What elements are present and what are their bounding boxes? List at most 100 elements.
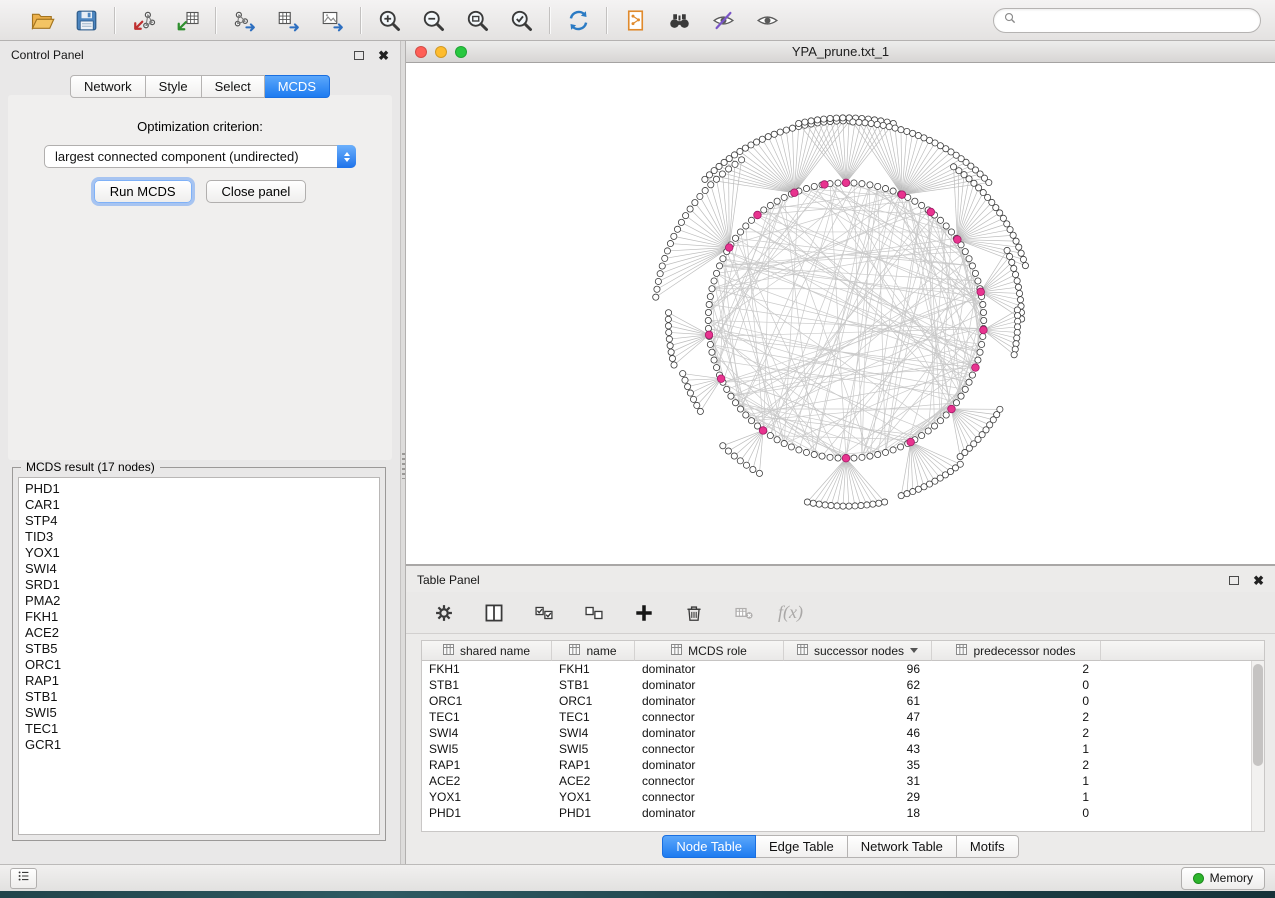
tab-edge-table[interactable]: Edge Table bbox=[756, 835, 848, 858]
column-header-mcds-role[interactable]: MCDS role bbox=[635, 641, 784, 661]
function-builder-button[interactable]: f(x) bbox=[778, 597, 803, 629]
save-session-button[interactable] bbox=[70, 4, 102, 36]
close-table-panel-icon[interactable]: ✖ bbox=[1253, 574, 1264, 587]
mcds-result-item[interactable]: GCR1 bbox=[25, 737, 379, 753]
cell-mcds-role[interactable]: dominator bbox=[635, 693, 784, 709]
cell-shared-name[interactable]: ORC1 bbox=[422, 693, 552, 709]
cell-mcds-role[interactable]: connector bbox=[635, 741, 784, 757]
cell-predecessor-nodes[interactable]: 2 bbox=[932, 757, 1101, 773]
cell-name[interactable]: FKH1 bbox=[552, 661, 635, 677]
add-column-button[interactable] bbox=[628, 597, 660, 629]
cell-predecessor-nodes[interactable]: 2 bbox=[932, 709, 1101, 725]
clone-network-button[interactable] bbox=[619, 4, 651, 36]
show-graphics-details-button[interactable] bbox=[751, 4, 783, 36]
cell-successor-nodes[interactable]: 61 bbox=[784, 693, 932, 709]
cell-predecessor-nodes[interactable]: 0 bbox=[932, 677, 1101, 693]
mcds-result-item[interactable]: TID3 bbox=[25, 529, 379, 545]
cell-name[interactable]: PHD1 bbox=[552, 805, 635, 821]
search-box[interactable] bbox=[993, 8, 1261, 33]
mcds-result-item[interactable]: CAR1 bbox=[25, 497, 379, 513]
column-header-shared-name[interactable]: shared name bbox=[422, 641, 552, 661]
select-all-button[interactable] bbox=[528, 597, 560, 629]
import-table-from-file-button[interactable] bbox=[171, 4, 203, 36]
float-table-panel-icon[interactable] bbox=[1229, 576, 1239, 585]
mcds-result-item[interactable]: ACE2 bbox=[25, 625, 379, 641]
tab-network[interactable]: Network bbox=[70, 75, 146, 98]
cell-name[interactable]: ORC1 bbox=[552, 693, 635, 709]
cell-predecessor-nodes[interactable]: 0 bbox=[932, 805, 1101, 821]
export-image-button[interactable] bbox=[316, 4, 348, 36]
zoom-selected-region-button[interactable] bbox=[505, 4, 537, 36]
mcds-result-item[interactable]: STB1 bbox=[25, 689, 379, 705]
clear-values-button[interactable] bbox=[728, 597, 760, 629]
cell-successor-nodes[interactable]: 96 bbox=[784, 661, 932, 677]
import-network-from-file-button[interactable] bbox=[127, 4, 159, 36]
column-header-name[interactable]: name bbox=[552, 641, 635, 661]
mcds-result-item[interactable]: STP4 bbox=[25, 513, 379, 529]
column-header-successor-nodes[interactable]: successor nodes bbox=[784, 641, 932, 661]
zoom-out-button[interactable] bbox=[417, 4, 449, 36]
cell-successor-nodes[interactable]: 47 bbox=[784, 709, 932, 725]
cell-shared-name[interactable]: RAP1 bbox=[422, 757, 552, 773]
cell-successor-nodes[interactable]: 31 bbox=[784, 773, 932, 789]
cell-name[interactable]: SWI4 bbox=[552, 725, 635, 741]
mcds-result-item[interactable]: YOX1 bbox=[25, 545, 379, 561]
cell-shared-name[interactable]: ACE2 bbox=[422, 773, 552, 789]
cell-mcds-role[interactable]: dominator bbox=[635, 805, 784, 821]
cell-successor-nodes[interactable]: 18 bbox=[784, 805, 932, 821]
cell-shared-name[interactable]: YOX1 bbox=[422, 789, 552, 805]
tab-network-table[interactable]: Network Table bbox=[848, 835, 957, 858]
memory-button[interactable]: Memory bbox=[1181, 867, 1265, 890]
cell-successor-nodes[interactable]: 46 bbox=[784, 725, 932, 741]
cell-predecessor-nodes[interactable]: 2 bbox=[932, 725, 1101, 741]
refresh-view-button[interactable] bbox=[562, 4, 594, 36]
cell-successor-nodes[interactable]: 43 bbox=[784, 741, 932, 757]
cell-predecessor-nodes[interactable]: 0 bbox=[932, 693, 1101, 709]
cell-shared-name[interactable]: FKH1 bbox=[422, 661, 552, 677]
mcds-result-item[interactable]: ORC1 bbox=[25, 657, 379, 673]
tab-mcds[interactable]: MCDS bbox=[265, 75, 330, 98]
table-scrollbar[interactable] bbox=[1251, 661, 1264, 831]
cell-name[interactable]: SWI5 bbox=[552, 741, 635, 757]
cell-predecessor-nodes[interactable]: 1 bbox=[932, 789, 1101, 805]
table-options-gear-button[interactable] bbox=[428, 597, 460, 629]
float-panel-icon[interactable] bbox=[354, 51, 364, 60]
window-minimize-button[interactable] bbox=[435, 46, 447, 58]
cell-mcds-role[interactable]: dominator bbox=[635, 725, 784, 741]
cell-mcds-role[interactable]: dominator bbox=[635, 677, 784, 693]
tab-style[interactable]: Style bbox=[146, 75, 202, 98]
mcds-result-item[interactable]: TEC1 bbox=[25, 721, 379, 737]
cell-predecessor-nodes[interactable]: 1 bbox=[932, 773, 1101, 789]
cell-successor-nodes[interactable]: 62 bbox=[784, 677, 932, 693]
hide-selected-button[interactable] bbox=[707, 4, 739, 36]
cell-shared-name[interactable]: STB1 bbox=[422, 677, 552, 693]
cell-name[interactable]: STB1 bbox=[552, 677, 635, 693]
zoom-fit-content-button[interactable] bbox=[461, 4, 493, 36]
mcds-result-list[interactable]: PHD1CAR1STP4TID3YOX1SWI4SRD1PMA2FKH1ACE2… bbox=[18, 477, 380, 835]
cell-predecessor-nodes[interactable]: 2 bbox=[932, 661, 1101, 677]
mcds-result-item[interactable]: FKH1 bbox=[25, 609, 379, 625]
cell-mcds-role[interactable]: connector bbox=[635, 789, 784, 805]
cell-successor-nodes[interactable]: 29 bbox=[784, 789, 932, 805]
export-network-button[interactable] bbox=[228, 4, 260, 36]
scrollbar-thumb[interactable] bbox=[1253, 664, 1263, 766]
cell-shared-name[interactable]: PHD1 bbox=[422, 805, 552, 821]
window-close-button[interactable] bbox=[415, 46, 427, 58]
run-mcds-button[interactable]: Run MCDS bbox=[94, 180, 192, 203]
mcds-result-item[interactable]: PMA2 bbox=[25, 593, 379, 609]
cell-shared-name[interactable]: SWI4 bbox=[422, 725, 552, 741]
search-input[interactable] bbox=[1022, 13, 1251, 27]
panel-menu-button[interactable] bbox=[10, 868, 37, 889]
mcds-result-item[interactable]: SRD1 bbox=[25, 577, 379, 593]
show-first-neighbors-button[interactable] bbox=[663, 4, 695, 36]
column-header-predecessor-nodes[interactable]: predecessor nodes bbox=[932, 641, 1101, 661]
cell-mcds-role[interactable]: connector bbox=[635, 773, 784, 789]
mcds-result-item[interactable]: SWI4 bbox=[25, 561, 379, 577]
cell-name[interactable]: TEC1 bbox=[552, 709, 635, 725]
cell-shared-name[interactable]: TEC1 bbox=[422, 709, 552, 725]
window-zoom-button[interactable] bbox=[455, 46, 467, 58]
tab-select[interactable]: Select bbox=[202, 75, 265, 98]
cell-predecessor-nodes[interactable]: 1 bbox=[932, 741, 1101, 757]
cell-name[interactable]: YOX1 bbox=[552, 789, 635, 805]
cell-mcds-role[interactable]: connector bbox=[635, 709, 784, 725]
